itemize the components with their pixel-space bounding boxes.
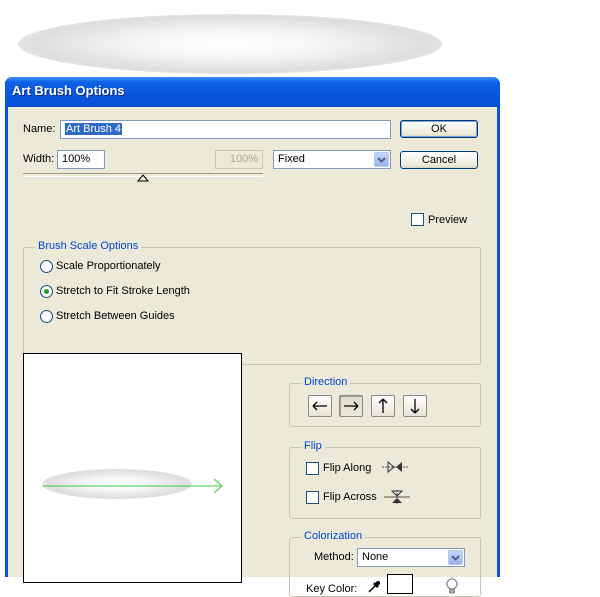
radio-scale-proportionately[interactable] — [40, 260, 53, 273]
flip-legend: Flip — [301, 440, 325, 452]
eyedropper-icon[interactable] — [366, 579, 382, 595]
title-bar[interactable]: Art Brush Options — [5, 77, 500, 107]
radio-stretch-between-guides[interactable] — [40, 310, 53, 323]
brush-scale-options-legend: Brush Scale Options — [35, 240, 142, 252]
width-slider-handle[interactable] — [137, 174, 149, 182]
brush-preview-box — [23, 353, 242, 583]
dialog-title: Art Brush Options — [12, 83, 125, 98]
colorization-legend: Colorization — [301, 530, 366, 542]
method-select[interactable]: None — [357, 548, 465, 567]
flip-group — [289, 447, 481, 519]
name-label: Name: — [23, 123, 56, 135]
stroke-direction-arrow-icon — [43, 478, 223, 494]
radio-selected-dot — [44, 289, 49, 294]
direction-up-button[interactable] — [371, 395, 395, 417]
brush-stroke-preview-top — [18, 14, 442, 74]
name-value: Art Brush 4 — [65, 123, 123, 135]
radio-stretch-to-fit[interactable] — [40, 285, 53, 298]
stretch-to-fit-label: Stretch to Fit Stroke Length — [56, 285, 190, 297]
width-label: Width: — [23, 153, 55, 165]
cancel-button[interactable]: Cancel — [400, 151, 478, 169]
direction-down-button[interactable] — [403, 395, 427, 417]
flip-across-label: Flip Across — [323, 491, 377, 503]
direction-right-button[interactable] — [339, 395, 363, 417]
flip-along-checkbox[interactable] — [306, 462, 319, 475]
width-mode-value: Fixed — [278, 153, 305, 165]
name-input[interactable]: Art Brush 4 — [60, 120, 391, 139]
chevron-down-icon[interactable] — [374, 152, 389, 167]
direction-left-button[interactable] — [308, 395, 332, 417]
scale-proportionately-label: Scale Proportionately — [56, 260, 161, 272]
flip-across-checkbox[interactable] — [306, 491, 319, 504]
arrow-down-icon — [410, 399, 420, 414]
art-brush-options-dialog: Art Brush Options Name: Art Brush 4 OK C… — [5, 77, 500, 597]
arrow-up-icon — [378, 398, 388, 413]
width-variation-input: 100% — [215, 150, 263, 169]
flip-across-icon — [384, 490, 410, 504]
key-color-swatch[interactable] — [387, 574, 413, 594]
width-mode-select[interactable]: Fixed — [273, 150, 391, 169]
arrow-right-icon — [344, 401, 359, 411]
direction-legend: Direction — [301, 376, 351, 388]
flip-along-icon — [382, 460, 408, 474]
preview-checkbox[interactable] — [411, 213, 424, 226]
preview-label: Preview — [428, 214, 468, 226]
method-label: Method: — [314, 551, 354, 563]
stretch-between-guides-label: Stretch Between Guides — [56, 310, 175, 322]
key-color-label: Key Color: — [306, 583, 358, 595]
dialog-body: Name: Art Brush 4 OK Cancel Width: 100% … — [8, 107, 497, 597]
width-input[interactable]: 100% — [57, 150, 105, 169]
flip-along-label: Flip Along — [323, 462, 372, 474]
chevron-down-icon[interactable] — [448, 550, 463, 565]
ok-button[interactable]: OK — [400, 120, 478, 138]
tips-lightbulb-icon[interactable] — [444, 577, 460, 595]
method-value: None — [362, 551, 389, 563]
arrow-left-icon — [312, 401, 327, 411]
